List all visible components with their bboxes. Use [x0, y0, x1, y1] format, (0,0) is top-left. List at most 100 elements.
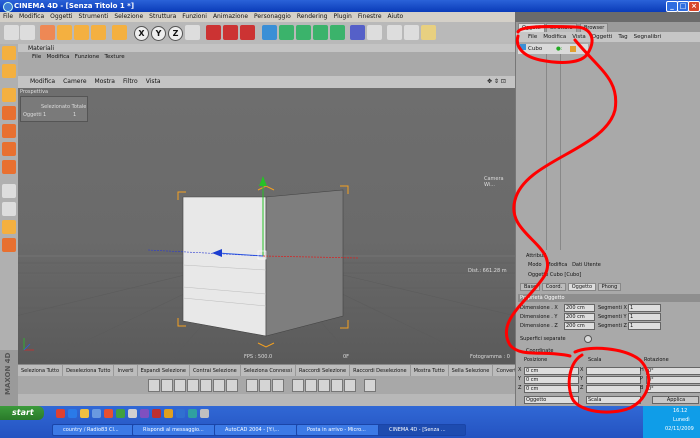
quicklaunch-app6-icon[interactable] — [164, 409, 173, 418]
task-autocad[interactable]: AutoCAD 2004 - [Y:\... — [214, 424, 302, 436]
viewport-menu-modifica[interactable]: Modifica — [18, 76, 59, 88]
quicklaunch-desktop-icon[interactable] — [92, 409, 101, 418]
menu-oggetti[interactable]: Oggetti — [47, 12, 75, 22]
menu-file[interactable]: File — [0, 12, 16, 22]
coord-mode-dropdown[interactable]: Oggetto — [524, 396, 579, 404]
tab-coord[interactable]: Coord. — [541, 283, 567, 291]
objects-menu-modifica[interactable]: Modifica — [540, 32, 569, 42]
task-country-radio[interactable]: country / Radio83 Cl... — [52, 424, 138, 436]
scale-mode-dropdown[interactable]: Scala — [586, 396, 641, 404]
viewport-menu-camere[interactable]: Camere — [59, 76, 90, 88]
tab-phong[interactable]: Phong — [597, 283, 622, 291]
next-frame-icon[interactable] — [200, 379, 212, 392]
deformer-icon[interactable] — [313, 25, 328, 40]
objects-menu-file[interactable]: File — [516, 32, 540, 42]
rotate-icon[interactable] — [91, 25, 106, 40]
close-button[interactable]: × — [688, 1, 700, 12]
quicklaunch-app2-icon[interactable] — [116, 409, 125, 418]
quicklaunch-folder-icon[interactable] — [80, 409, 89, 418]
play-icon[interactable] — [187, 379, 199, 392]
scale-y-field[interactable] — [586, 376, 641, 384]
menu-modifica[interactable]: Modifica — [16, 12, 47, 22]
menu-animazione[interactable]: Animazione — [210, 12, 251, 22]
apply-button[interactable]: Applica — [652, 396, 699, 404]
rot-p-field[interactable]: 0° — [646, 376, 700, 384]
pos-x-field[interactable]: 0 cm — [524, 367, 579, 375]
menu-funzioni[interactable]: Funzioni — [179, 12, 210, 22]
objects-menu-segnalibri[interactable]: Segnalibri — [631, 32, 665, 42]
camera-icon[interactable] — [367, 25, 382, 40]
grid-icon[interactable] — [2, 184, 16, 198]
attributes-menu-dati-utente[interactable]: Dati Utente — [572, 262, 601, 268]
viewport-menu-vista[interactable]: Vista — [142, 76, 165, 88]
prev-key-icon[interactable] — [161, 379, 173, 392]
redo-icon[interactable] — [20, 25, 35, 40]
visibility-dots-icon[interactable]: ●: — [556, 44, 563, 54]
position-key-icon[interactable] — [292, 379, 304, 392]
points-mode-icon[interactable] — [2, 106, 16, 120]
attributes-menu-modifica[interactable]: Modifica — [546, 262, 567, 268]
environment-icon[interactable] — [350, 25, 365, 40]
seg-y-field[interactable]: 1 — [628, 313, 661, 321]
menu-plugin[interactable]: Plugin — [330, 12, 354, 22]
phong-tag-icon[interactable] — [570, 46, 576, 52]
coordinate-system-icon[interactable] — [185, 25, 200, 40]
viewport-menu-filtro[interactable]: Filtro — [119, 76, 142, 88]
quicklaunch-app4-icon[interactable] — [140, 409, 149, 418]
goto-start-icon[interactable] — [148, 379, 160, 392]
attributes-menu-modo[interactable]: Modo — [528, 262, 542, 268]
quicklaunch-ie-icon[interactable] — [68, 409, 77, 418]
materials-menu-modifica[interactable]: Modifica — [46, 54, 69, 60]
seg-z-field[interactable]: 1 — [628, 322, 661, 330]
render-view-icon[interactable] — [206, 25, 221, 40]
separate-surfaces-checkbox[interactable] — [584, 335, 592, 343]
rot-h-field[interactable]: 0° — [646, 367, 700, 375]
dim-y-field[interactable]: 200 cm — [564, 313, 595, 321]
scale-key-icon[interactable] — [305, 379, 317, 392]
nurbs-icon[interactable] — [279, 25, 294, 40]
task-rispondi[interactable]: Rispondi al messaggio... — [132, 424, 220, 436]
cube-object-icon[interactable] — [262, 25, 277, 40]
tab-base[interactable]: Base — [520, 283, 541, 291]
start-button[interactable]: start — [0, 406, 44, 420]
menu-strumenti[interactable]: Strumenti — [76, 12, 112, 22]
quicklaunch-app8-icon[interactable] — [188, 409, 197, 418]
pla-key-icon[interactable] — [344, 379, 356, 392]
record-icon[interactable] — [246, 379, 258, 392]
menu-personaggio[interactable]: Personaggio — [251, 12, 294, 22]
paint-icon[interactable] — [2, 220, 16, 234]
quicklaunch-opera-icon[interactable] — [56, 409, 65, 418]
snap-icon[interactable] — [2, 160, 16, 174]
edges-mode-icon[interactable] — [2, 124, 16, 138]
dim-z-field[interactable]: 200 cm — [564, 322, 595, 330]
layout-grid-icon[interactable] — [404, 25, 419, 40]
x-axis-button[interactable]: X — [134, 26, 149, 41]
parameter-key-icon[interactable] — [331, 379, 343, 392]
keyframe-selection-icon[interactable] — [272, 379, 284, 392]
z-axis-button[interactable]: Z — [168, 26, 183, 41]
objects-menu-oggetti[interactable]: Oggetti — [589, 32, 616, 42]
perspective-viewport[interactable]: Prospettiva Selezionato Totale Oggetti 1… — [18, 88, 515, 364]
materials-menu-texture[interactable]: Texture — [104, 54, 124, 60]
tab-oggetto[interactable]: Oggetto — [567, 283, 597, 291]
render-settings-icon[interactable] — [240, 25, 255, 40]
next-key-icon[interactable] — [213, 379, 225, 392]
pos-z-field[interactable]: 0 cm — [524, 385, 579, 393]
menu-selezione[interactable]: Selezione — [111, 12, 146, 22]
layout-icon[interactable] — [387, 25, 402, 40]
interpolation-icon[interactable] — [364, 379, 376, 392]
render-picture-viewer-icon[interactable] — [223, 25, 238, 40]
texture-mode-icon[interactable] — [2, 88, 16, 102]
menu-struttura[interactable]: Struttura — [146, 12, 179, 22]
move-icon[interactable] — [57, 25, 72, 40]
autokey-icon[interactable] — [259, 379, 271, 392]
y-axis-button[interactable]: Y — [151, 26, 166, 41]
rotation-key-icon[interactable] — [318, 379, 330, 392]
pos-y-field[interactable]: 0 cm — [524, 376, 579, 384]
use-object-icon[interactable] — [2, 64, 16, 78]
scale-icon[interactable] — [74, 25, 89, 40]
materials-menu-funzione[interactable]: Funzione — [75, 54, 99, 60]
undo-icon[interactable] — [4, 25, 19, 40]
use-model-icon[interactable] — [2, 46, 16, 60]
array-icon[interactable] — [296, 25, 311, 40]
